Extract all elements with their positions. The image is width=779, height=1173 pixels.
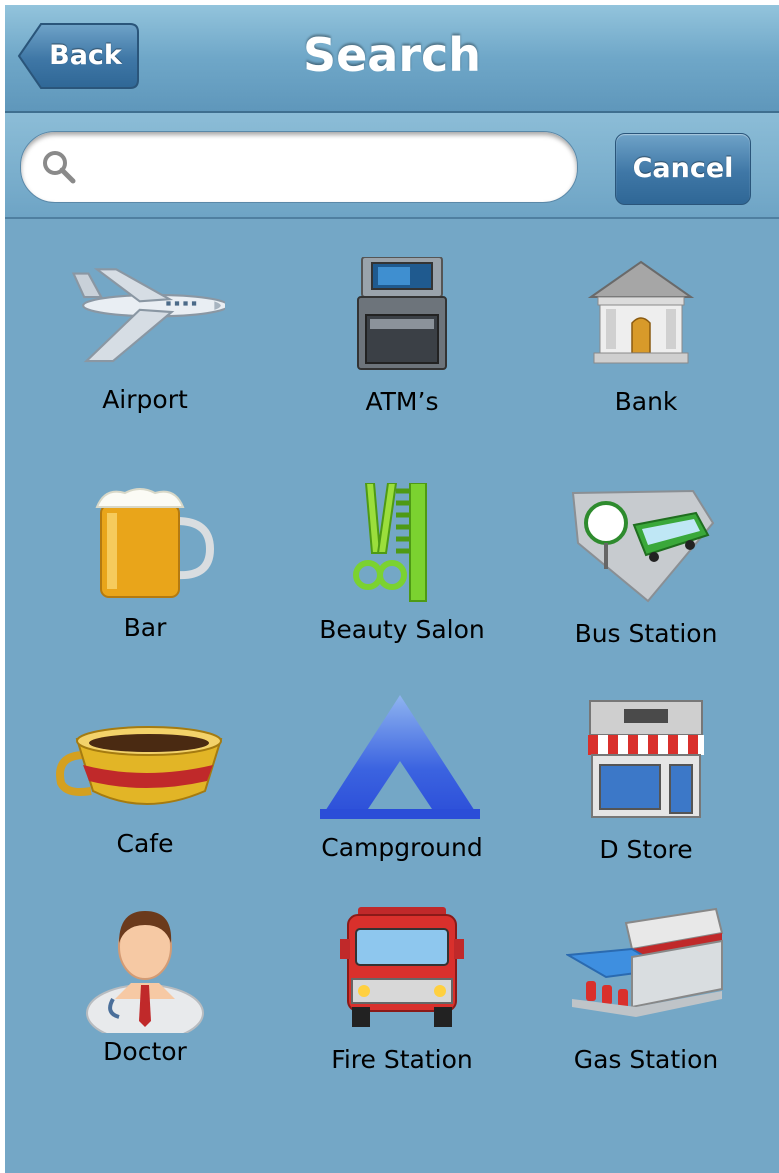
category-fire-station[interactable]: Fire Station [302, 903, 502, 1113]
category-label: Gas Station [573, 1045, 719, 1074]
category-cafe[interactable]: Cafe [45, 695, 245, 905]
category-label: Campground [321, 833, 483, 862]
search-field[interactable] [20, 131, 578, 203]
category-gas-station[interactable]: Gas Station [546, 903, 746, 1113]
category-airport[interactable]: Airport [45, 257, 245, 467]
category-label: Bar [123, 613, 167, 642]
bank-icon [587, 260, 695, 364]
category-label: Airport [102, 385, 188, 414]
atm-icon [357, 257, 447, 370]
gas-station-icon [566, 907, 724, 1017]
category-label: Cafe [116, 829, 174, 858]
search-bar: Cancel [5, 113, 779, 219]
search-screen: Back Search Cancel Airport ATM’s Bank Ba… [5, 5, 779, 1173]
category-campground[interactable]: Campground [302, 695, 502, 905]
category-label: Bank [614, 387, 678, 416]
tent-icon [320, 695, 480, 819]
category-bar[interactable]: Bar [45, 483, 245, 693]
coffee-cup-icon [56, 726, 223, 805]
search-input[interactable] [91, 140, 565, 194]
navigation-bar: Back Search [5, 5, 779, 113]
cancel-button-label: Cancel [632, 153, 734, 184]
search-icon [43, 151, 76, 184]
category-label: Beauty Salon [319, 615, 485, 644]
store-icon [588, 700, 704, 818]
category-beauty-salon[interactable]: Beauty Salon [302, 483, 502, 693]
fire-truck-icon [340, 907, 464, 1027]
page-title: Search [302, 28, 482, 82]
bus-stop-icon [571, 489, 715, 603]
category-label: Bus Station [574, 619, 718, 648]
category-label: D Store [599, 835, 693, 864]
comb-scissors-icon [353, 483, 427, 602]
category-label: ATM’s [365, 387, 439, 416]
cancel-button[interactable]: Cancel [615, 133, 751, 205]
beer-mug-icon [95, 488, 215, 598]
doctor-icon [86, 911, 204, 1033]
category-bus-station[interactable]: Bus Station [546, 483, 746, 693]
category-atm[interactable]: ATM’s [302, 257, 502, 467]
category-d-store[interactable]: D Store [546, 695, 746, 905]
category-doctor[interactable]: Doctor [45, 903, 245, 1113]
category-bank[interactable]: Bank [546, 257, 746, 467]
category-label: Doctor [103, 1037, 187, 1066]
category-label: Fire Station [331, 1045, 473, 1074]
airplane-icon [71, 268, 225, 363]
